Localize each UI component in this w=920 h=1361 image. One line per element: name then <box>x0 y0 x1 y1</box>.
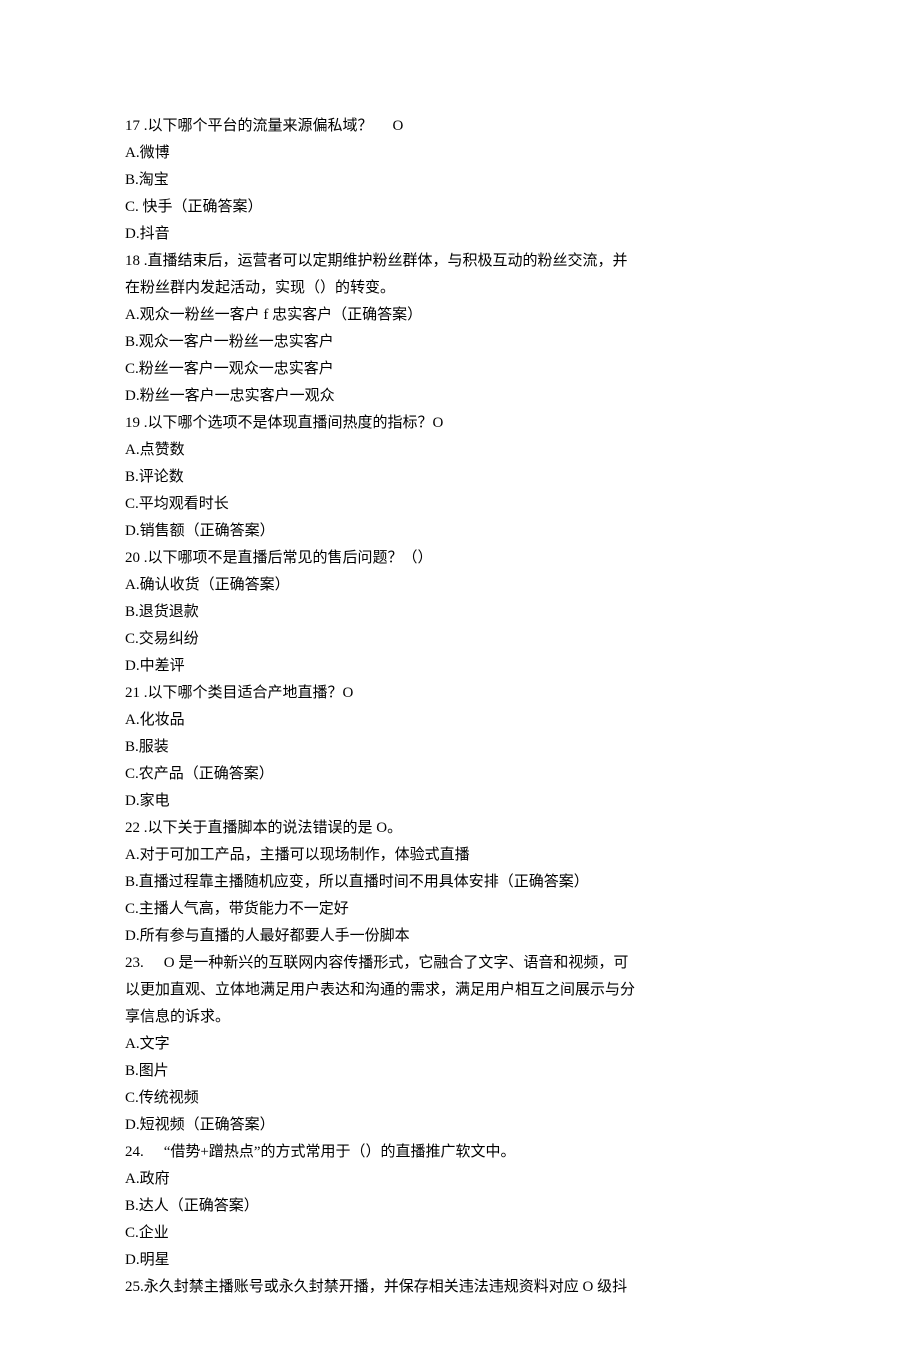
option: C.粉丝一客户一观众一忠实客户 <box>125 356 795 383</box>
stem-text: O 是一种新兴的互联网内容传播形式，它融合了文字、语音和视频，可 <box>164 955 629 971</box>
option: A.点赞数 <box>125 437 795 464</box>
option: A.对于可加工产品，主播可以现场制作，体验式直播 <box>125 842 795 869</box>
question-number: 20 <box>125 550 140 566</box>
stem-text: .以下关于直播脚本的说法错误的是 O。 <box>140 820 402 836</box>
option: D.抖音 <box>125 221 795 248</box>
option: A.观众一粉丝一客户 f 忠实客户（正确答案） <box>125 302 795 329</box>
option: A.确认收货（正确答案） <box>125 572 795 599</box>
option: D.家电 <box>125 788 795 815</box>
question-number: 24. <box>125 1144 144 1160</box>
option: B.服装 <box>125 734 795 761</box>
stem-continuation: 享信息的诉求。 <box>125 1004 795 1031</box>
option: C.传统视频 <box>125 1085 795 1112</box>
option: C.交易纠纷 <box>125 626 795 653</box>
option: D.明星 <box>125 1247 795 1274</box>
option: B.观众一客户一粉丝一忠实客户 <box>125 329 795 356</box>
option: C.主播人气高，带货能力不一定好 <box>125 896 795 923</box>
option: C.平均观看时长 <box>125 491 795 518</box>
stem-text: .以下哪项不是直播后常见的售后问题？（） <box>140 550 433 566</box>
option: B.淘宝 <box>125 167 795 194</box>
question-stem: 23. O 是一种新兴的互联网内容传播形式，它融合了文字、语音和视频，可 <box>125 950 795 977</box>
option: D.短视频（正确答案） <box>125 1112 795 1139</box>
stem-text: .以下哪个类目适合产地直播？O <box>140 685 353 701</box>
question-number: 18 <box>125 253 140 269</box>
stem-text: .以下哪个平台的流量来源偏私域？ <box>140 118 373 134</box>
option: B.图片 <box>125 1058 795 1085</box>
option: D.所有参与直播的人最好都要人手一份脚本 <box>125 923 795 950</box>
question-stem: 17 .以下哪个平台的流量来源偏私域？ O <box>125 113 795 140</box>
option: A.化妆品 <box>125 707 795 734</box>
question-number: 17 <box>125 118 140 134</box>
stem-continuation: 以更加直观、立体地满足用户表达和沟通的需求，满足用户相互之间展示与分 <box>125 977 795 1004</box>
document-page: 17 .以下哪个平台的流量来源偏私域？ O A.微博 B.淘宝 C. 快手（正确答… <box>0 0 920 1361</box>
question-stem: 19 .以下哪个选项不是体现直播间热度的指标？O <box>125 410 795 437</box>
stem-text: 永久封禁主播账号或永久封禁开播，并保存相关违法违规资料对应 O 级抖 <box>144 1279 627 1295</box>
option: D.粉丝一客户一忠实客户一观众 <box>125 383 795 410</box>
option: C.企业 <box>125 1220 795 1247</box>
stem-continuation: 在粉丝群内发起活动，实现（）的转变。 <box>125 275 795 302</box>
option: B.评论数 <box>125 464 795 491</box>
question-stem: 18 .直播结束后，运营者可以定期维护粉丝群体，与积极互动的粉丝交流，并 <box>125 248 795 275</box>
question-number: 22 <box>125 820 140 836</box>
option: C.农产品（正确答案） <box>125 761 795 788</box>
question-stem: 20 .以下哪项不是直播后常见的售后问题？（） <box>125 545 795 572</box>
question-stem: 21 .以下哪个类目适合产地直播？O <box>125 680 795 707</box>
question-stem: 24. “借势+蹭热点”的方式常用于（）的直播推广软文中。 <box>125 1139 795 1166</box>
option: D.销售额（正确答案） <box>125 518 795 545</box>
question-stem: 25.永久封禁主播账号或永久封禁开播，并保存相关违法违规资料对应 O 级抖 <box>125 1274 795 1301</box>
stem-text: “借势+蹭热点”的方式常用于（）的直播推广软文中。 <box>164 1144 516 1160</box>
stem-text: .以下哪个选项不是体现直播间热度的指标？O <box>140 415 443 431</box>
option: A.政府 <box>125 1166 795 1193</box>
question-number: 21 <box>125 685 140 701</box>
question-number: 25. <box>125 1279 144 1295</box>
option: B.直播过程靠主播随机应变，所以直播时间不用具体安排（正确答案） <box>125 869 795 896</box>
option: A.文字 <box>125 1031 795 1058</box>
option: B.达人（正确答案） <box>125 1193 795 1220</box>
question-stem: 22 .以下关于直播脚本的说法错误的是 O。 <box>125 815 795 842</box>
option: B.退货退款 <box>125 599 795 626</box>
question-number: 23. <box>125 955 144 971</box>
stem-text: .直播结束后，运营者可以定期维护粉丝群体，与积极互动的粉丝交流，并 <box>140 253 628 269</box>
stem-text: O <box>393 118 404 134</box>
question-number: 19 <box>125 415 140 431</box>
option: A.微博 <box>125 140 795 167</box>
option: D.中差评 <box>125 653 795 680</box>
option: C. 快手（正确答案） <box>125 194 795 221</box>
